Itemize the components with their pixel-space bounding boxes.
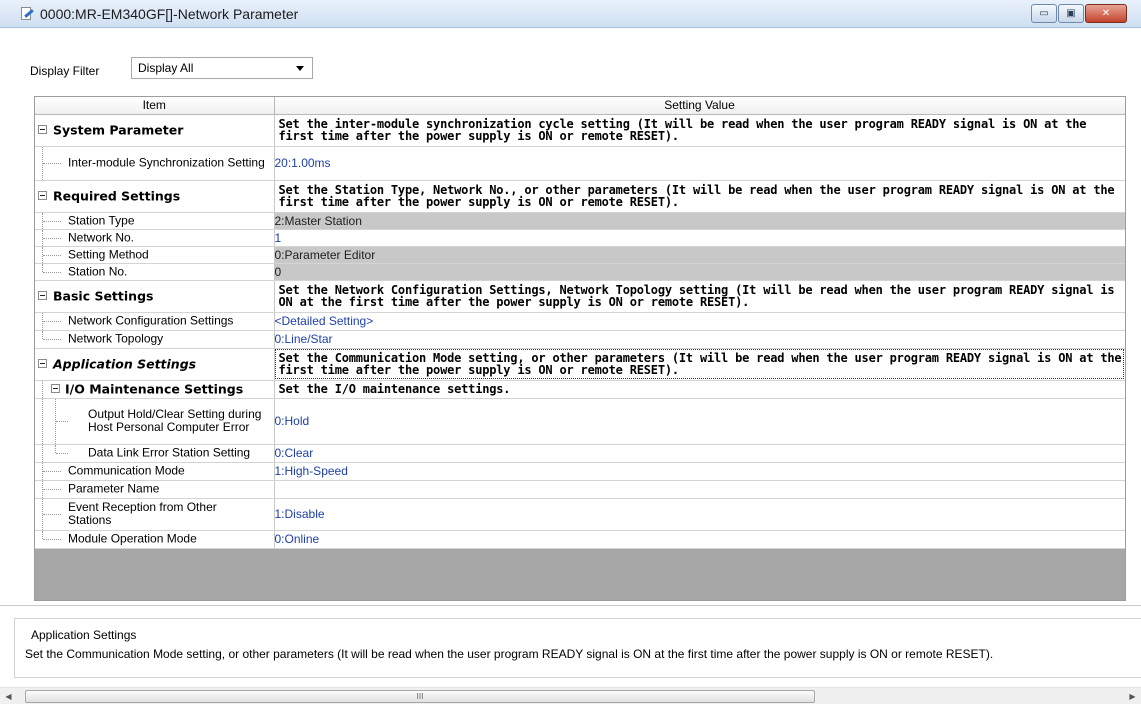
collapse-icon[interactable] [38, 125, 47, 134]
column-header-setting-value[interactable]: Setting Value [274, 97, 1125, 115]
param-row[interactable]: Network Topology 0:Line/Star [35, 330, 1125, 349]
parameter-grid[interactable]: Item Setting Value System Parameter Set … [34, 96, 1126, 601]
display-filter-value: Display All [138, 61, 194, 75]
parameter-editor-icon [18, 6, 34, 22]
subsection-label: I/O Maintenance Settings [65, 381, 244, 397]
section-description: Set the Network Configuration Settings, … [274, 280, 1125, 313]
param-value[interactable]: 1:High-Speed [274, 462, 1125, 481]
param-value[interactable] [274, 480, 1125, 499]
maximize-icon: ▣ [1066, 8, 1076, 19]
section-label: System Parameter [53, 122, 184, 138]
display-filter-select[interactable]: Display All [131, 57, 313, 79]
scroll-left-icon[interactable]: ◀ [0, 688, 17, 705]
section-label: Required Settings [53, 188, 181, 204]
param-row[interactable]: Inter-module Synchronization Setting 20:… [35, 146, 1125, 181]
display-filter-label: Display Filter [30, 64, 100, 78]
param-label: Module Operation Mode [68, 531, 197, 546]
param-row[interactable]: Communication Mode 1:High-Speed [35, 462, 1125, 481]
param-value[interactable]: 1:Disable [274, 498, 1125, 531]
collapse-icon[interactable] [38, 359, 47, 368]
maximize-button[interactable]: ▣ [1058, 4, 1084, 23]
section-row-basic-settings[interactable]: Basic Settings Set the Network Configura… [35, 280, 1125, 313]
description-pane [0, 605, 1141, 685]
param-label: Network Configuration Settings [68, 313, 234, 328]
param-label: Event Reception from Other Stations [68, 500, 217, 527]
param-label: Network No. [68, 230, 135, 244]
subsection-row-io-maintenance[interactable]: I/O Maintenance Settings Set the I/O mai… [35, 380, 1125, 399]
horizontal-scrollbar[interactable]: ◀ III ▶ [0, 687, 1141, 704]
param-label: Network Topology [68, 331, 164, 346]
scroll-right-icon[interactable]: ▶ [1124, 688, 1141, 705]
param-value[interactable]: 0:Online [274, 530, 1125, 549]
param-label: Communication Mode [68, 463, 185, 478]
param-value[interactable]: 0:Clear [274, 444, 1125, 463]
param-row[interactable]: Network Configuration Settings <Detailed… [35, 312, 1125, 331]
minimize-icon: ▭ [1039, 8, 1049, 19]
section-description: Set the Station Type, Network No., or ot… [274, 180, 1125, 213]
collapse-icon[interactable] [38, 291, 47, 300]
param-label: Data Link Error Station Setting [88, 445, 251, 460]
param-value[interactable]: 0:Parameter Editor [274, 246, 1125, 264]
param-row[interactable]: Station Type 2:Master Station [35, 212, 1125, 230]
subsection-description: Set the I/O maintenance settings. [274, 380, 1125, 399]
param-value[interactable]: 0 [274, 263, 1125, 281]
param-value[interactable]: 20:1.00ms [274, 146, 1125, 181]
column-header-item[interactable]: Item [35, 97, 275, 115]
section-label: Basic Settings [53, 288, 154, 304]
section-row-application-settings[interactable]: Application Settings Set the Communicati… [35, 348, 1125, 381]
section-row-system-parameter[interactable]: System Parameter Set the inter-module sy… [35, 114, 1125, 147]
section-description: Set the inter-module synchronization cyc… [274, 114, 1125, 147]
collapse-icon[interactable] [38, 191, 47, 200]
close-icon: ✕ [1101, 8, 1111, 19]
param-value[interactable]: 0:Line/Star [274, 330, 1125, 349]
param-label: Inter-module Synchronization Setting [68, 155, 265, 170]
section-label: Application Settings [53, 356, 197, 372]
chevron-down-icon [296, 66, 304, 71]
close-button[interactable]: ✕ [1085, 4, 1127, 23]
param-value[interactable]: 0:Hold [274, 398, 1125, 445]
section-description: Set the Communication Mode setting, or o… [274, 348, 1125, 381]
minimize-button[interactable]: ▭ [1031, 4, 1057, 23]
param-row[interactable]: Event Reception from Other Stations 1:Di… [35, 498, 1125, 531]
param-row[interactable]: Station No. 0 [35, 263, 1125, 281]
param-label: Station Type [68, 213, 135, 227]
grid-header-row: Item Setting Value [35, 97, 1125, 115]
param-row[interactable]: Data Link Error Station Setting 0:Clear [35, 444, 1125, 463]
param-row[interactable]: Parameter Name [35, 480, 1125, 499]
description-text: Set the Communication Mode setting, or o… [25, 647, 994, 661]
param-value[interactable]: 1 [274, 229, 1125, 247]
param-row[interactable]: Network No. 1 [35, 229, 1125, 247]
param-row[interactable]: Output Hold/Clear Setting during Host Pe… [35, 398, 1125, 445]
param-label: Setting Method [68, 247, 149, 261]
title-bar[interactable]: 0000:MR-EM340GF[]-Network Parameter ▭ ▣ … [0, 0, 1141, 28]
param-value[interactable]: <Detailed Setting> [274, 312, 1125, 331]
param-label: Station No. [68, 264, 128, 278]
param-label: Parameter Name [68, 481, 160, 496]
window-title: 0000:MR-EM340GF[]-Network Parameter [40, 5, 299, 22]
collapse-icon[interactable] [51, 384, 60, 393]
section-row-required-settings[interactable]: Required Settings Set the Station Type, … [35, 180, 1125, 213]
scrollbar-thumb[interactable]: III [25, 690, 815, 703]
param-row[interactable]: Setting Method 0:Parameter Editor [35, 246, 1125, 264]
scrollbar-grip: III [416, 692, 424, 701]
param-row[interactable]: Module Operation Mode 0:Online [35, 530, 1125, 549]
param-label: Output Hold/Clear Setting during Host Pe… [88, 407, 262, 434]
param-value[interactable]: 2:Master Station [274, 212, 1125, 230]
description-title: Application Settings [28, 628, 140, 642]
